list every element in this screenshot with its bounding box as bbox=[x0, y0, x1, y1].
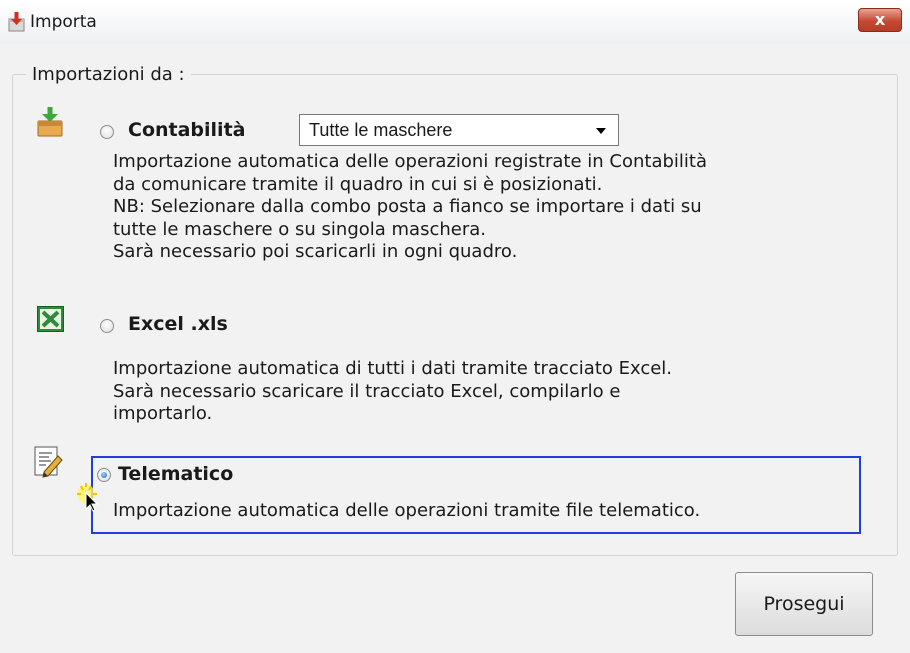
description-line: Sarà necessario scaricare il tracciato E… bbox=[113, 380, 621, 402]
description-line: Importazione automatica di tutti i dati … bbox=[113, 358, 673, 379]
radio-contabilita[interactable] bbox=[100, 125, 114, 139]
radio-excel[interactable] bbox=[100, 319, 114, 333]
import-app-icon bbox=[8, 12, 25, 32]
description-line: Sarà necessario poi scaricarli in ogni q… bbox=[113, 241, 518, 262]
close-button[interactable]: x bbox=[858, 8, 902, 32]
description-line: NB: Selezionare dalla combo posta a fian… bbox=[113, 196, 702, 217]
option-label-excel[interactable]: Excel .xls bbox=[128, 313, 228, 335]
excel-icon bbox=[37, 306, 64, 332]
close-icon: x bbox=[874, 10, 886, 29]
chevron-down-icon[interactable] bbox=[596, 128, 606, 134]
description-telematico: Importazione automatica delle operazioni… bbox=[113, 500, 700, 523]
option-label-telematico[interactable]: Telematico bbox=[118, 463, 233, 485]
title-bar[interactable]: Importa x bbox=[0, 0, 910, 44]
download-box-icon bbox=[37, 107, 63, 137]
import-dialog: Importa x Importazioni da : Contabilità … bbox=[0, 0, 910, 653]
description-line: Importazione automatica delle operazioni… bbox=[113, 151, 707, 172]
group-legend: Importazioni da : bbox=[26, 64, 191, 85]
description-contabilita: Importazione automatica delle operazioni… bbox=[113, 151, 707, 264]
maschere-combobox[interactable]: Tutte le maschere bbox=[299, 114, 619, 146]
proceed-button[interactable]: Prosegui bbox=[735, 572, 873, 636]
option-label-contabilita[interactable]: Contabilità bbox=[128, 119, 245, 141]
description-line: da comunicare tramite il quadro in cui s… bbox=[113, 173, 603, 195]
window-title: Importa bbox=[30, 12, 97, 32]
document-pencil-icon bbox=[34, 446, 63, 478]
combo-selected-value: Tutte le maschere bbox=[309, 120, 453, 140]
description-line: Importazione automatica delle operazioni… bbox=[113, 500, 701, 521]
radio-telematico[interactable] bbox=[97, 468, 111, 482]
description-line: tutte le maschere o su singola maschera. bbox=[113, 218, 486, 240]
cursor-pointer-icon bbox=[77, 483, 99, 512]
description-excel: Importazione automatica di tutti i dati … bbox=[113, 358, 672, 426]
description-line: importarlo. bbox=[113, 403, 213, 424]
